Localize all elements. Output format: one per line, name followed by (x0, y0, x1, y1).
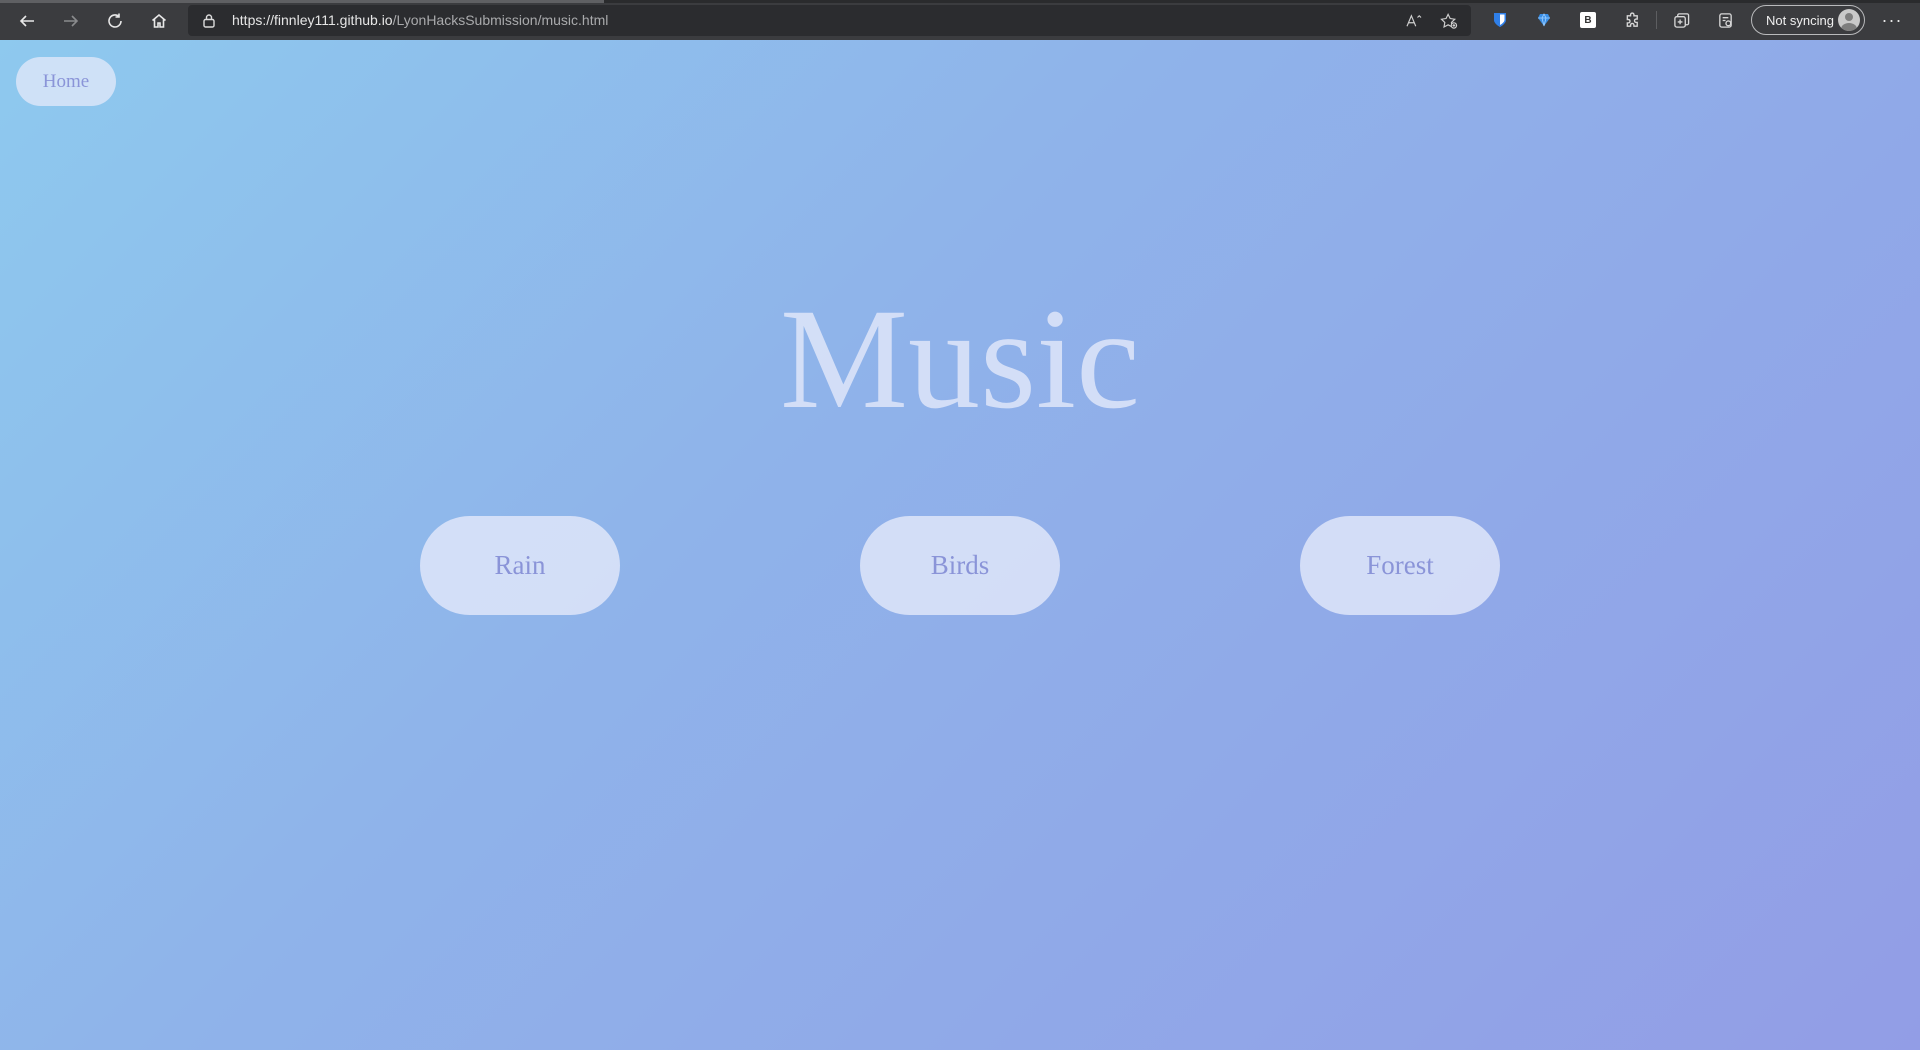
refresh-button[interactable] (100, 7, 130, 35)
rain-button-label: Rain (494, 550, 546, 580)
extensions-puzzle-icon[interactable] (1621, 9, 1643, 31)
back-button[interactable] (12, 7, 42, 35)
forward-arrow-icon (64, 15, 79, 27)
birds-button-label: Birds (930, 550, 990, 580)
home-nav-button[interactable] (144, 7, 174, 35)
gem-extension-icon[interactable] (1533, 9, 1555, 31)
refresh-icon (108, 13, 122, 28)
page-title: Music (780, 280, 1140, 439)
tab-strip (0, 0, 1920, 3)
rain-button[interactable]: Rain (420, 516, 620, 615)
ellipsis-icon: ··· (1881, 9, 1903, 30)
browser-toolbar: https://finnley111.github.io/LyonHacksSu… (0, 0, 1920, 40)
profile-avatar-icon (1838, 9, 1860, 31)
browser-essentials-icon[interactable] (1714, 9, 1736, 31)
url-path: /LyonHacksSubmission/music.html (392, 12, 609, 28)
forest-button-label: Forest (1366, 550, 1434, 580)
home-icon (151, 13, 167, 28)
address-bar[interactable]: https://finnley111.github.io/LyonHacksSu… (188, 5, 1471, 36)
more-options-button[interactable]: ··· (1877, 9, 1907, 31)
home-button-label: Home (42, 70, 90, 92)
back-arrow-icon (19, 15, 34, 27)
home-button[interactable]: Home (16, 57, 116, 106)
bitwarden-extension-icon[interactable] (1489, 9, 1511, 31)
read-aloud-icon[interactable] (1403, 11, 1425, 31)
collections-icon[interactable] (1670, 9, 1692, 31)
b-extension-icon[interactable]: B (1577, 9, 1599, 31)
forward-button[interactable] (56, 7, 86, 35)
url-text[interactable]: https://finnley111.github.io/LyonHacksSu… (232, 5, 608, 36)
active-tab-indicator[interactable] (0, 0, 604, 3)
page-viewport: Home Music Rain Birds Forest (0, 40, 1920, 1050)
birds-button[interactable]: Birds (860, 516, 1060, 615)
not-syncing-button[interactable]: Not syncing (1751, 5, 1865, 35)
url-host: https://finnley111.github.io (232, 12, 393, 28)
lock-icon[interactable] (202, 13, 216, 28)
forest-button[interactable]: Forest (1300, 516, 1500, 615)
toolbar-separator (1656, 11, 1657, 29)
sync-status-label: Not syncing (1766, 12, 1834, 28)
favorites-star-icon[interactable] (1438, 11, 1460, 31)
